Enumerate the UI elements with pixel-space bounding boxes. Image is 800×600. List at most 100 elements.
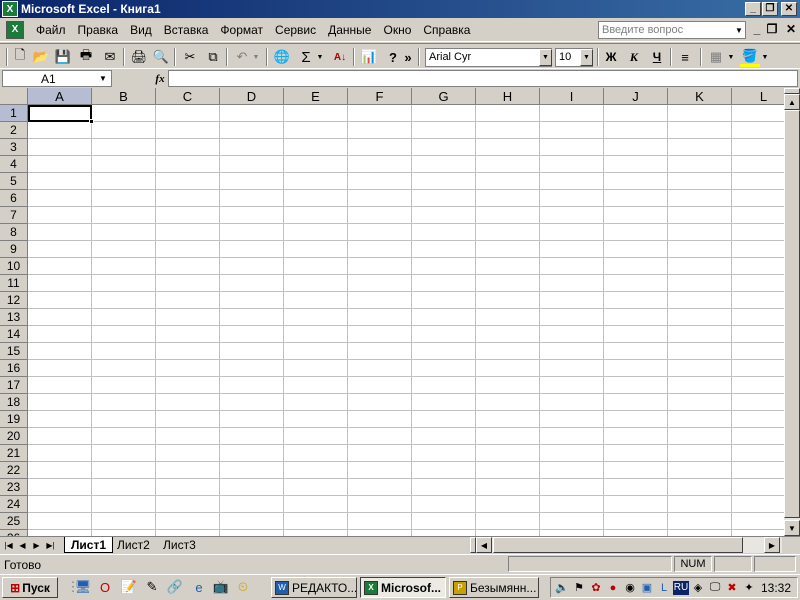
row-header-21[interactable]: 21 [0, 445, 28, 462]
font-size-dropdown-icon[interactable]: ▼ [580, 49, 593, 66]
menu-help[interactable]: Справка [417, 23, 476, 37]
row-header-18[interactable]: 18 [0, 394, 28, 411]
select-all-corner[interactable] [0, 88, 28, 105]
row-header-9[interactable]: 9 [0, 241, 28, 258]
quicklaunch-network-icon[interactable]: 🔗 [166, 578, 184, 596]
row-header-17[interactable]: 17 [0, 377, 28, 394]
taskbar-button-word[interactable]: W РЕДАКТО... [271, 577, 357, 598]
sheet-tab-1[interactable]: Лист1 [64, 537, 114, 553]
borders-icon[interactable]: ▦ [706, 47, 726, 67]
new-document-icon[interactable]: 🗋 [10, 47, 30, 67]
autosum-icon[interactable]: Σ [296, 47, 316, 67]
taskbar-button-paint[interactable]: P Безымянн... [449, 577, 539, 598]
row-header-23[interactable]: 23 [0, 479, 28, 496]
quicklaunch-clock-icon[interactable]: ⏲ [234, 578, 252, 596]
save-icon[interactable]: 💾 [53, 47, 73, 67]
vertical-scroll-thumb[interactable] [784, 110, 800, 518]
doc-restore-button[interactable]: ❐ [765, 22, 779, 36]
sheet-tab-3[interactable]: Лист3 [157, 537, 202, 553]
menu-tools[interactable]: Сервис [269, 23, 322, 37]
tray-app-icon[interactable]: ✿ [588, 580, 604, 596]
row-header-24[interactable]: 24 [0, 496, 28, 513]
toolbar-overflow-icon[interactable]: » [402, 47, 414, 67]
menu-file[interactable]: Файл [30, 23, 72, 37]
row-header-3[interactable]: 3 [0, 139, 28, 156]
tray-l-icon[interactable]: L [656, 580, 672, 596]
column-header-b[interactable]: B [92, 88, 156, 105]
language-indicator[interactable]: RU [673, 580, 689, 595]
row-header-6[interactable]: 6 [0, 190, 28, 207]
tray-window-icon[interactable]: ▣ [639, 580, 655, 596]
column-header-d[interactable]: D [220, 88, 284, 105]
scroll-right-icon[interactable]: ▶ [764, 537, 780, 553]
column-header-a[interactable]: A [28, 88, 92, 105]
cut-icon[interactable]: ✂ [180, 47, 200, 67]
quicklaunch-desktop-icon[interactable]: 🖥 [74, 578, 92, 596]
column-header-g[interactable]: G [412, 88, 476, 105]
quicklaunch-tv-icon[interactable]: 📺 [212, 578, 230, 596]
restore-button[interactable]: ❐ [762, 2, 778, 16]
row-header-15[interactable]: 15 [0, 343, 28, 360]
row-header-1[interactable]: 1 [0, 105, 28, 122]
print-preview-icon[interactable]: 🔍 [151, 47, 171, 67]
email-icon[interactable]: ✉ [100, 47, 120, 67]
print-icon[interactable]: 🖨 [129, 47, 149, 67]
column-header-j[interactable]: J [604, 88, 668, 105]
italic-button[interactable]: К [624, 47, 644, 67]
chart-wizard-icon[interactable]: 📊 [359, 47, 379, 67]
autosum-dropdown-icon[interactable]: ▼ [314, 47, 326, 67]
permission-icon[interactable]: 🖶 [76, 47, 96, 67]
active-cell-a1[interactable] [28, 105, 92, 122]
row-header-5[interactable]: 5 [0, 173, 28, 190]
row-header-13[interactable]: 13 [0, 309, 28, 326]
tray-monitor-icon[interactable]: 🖵 [707, 580, 723, 596]
sort-ascending-icon[interactable]: A↓ [330, 47, 350, 67]
insert-function-button[interactable]: fx [152, 70, 168, 87]
help-dropdown-icon[interactable]: ▼ [733, 22, 745, 38]
start-button[interactable]: ⊞ Пуск [2, 577, 58, 598]
help-icon[interactable]: ? [383, 47, 403, 67]
row-header-20[interactable]: 20 [0, 428, 28, 445]
row-header-14[interactable]: 14 [0, 326, 28, 343]
next-sheet-icon[interactable]: ▶ [30, 538, 43, 552]
excel-app-icon[interactable]: X [2, 1, 18, 17]
borders-dropdown-icon[interactable]: ▼ [725, 47, 737, 67]
cell-area[interactable] [28, 105, 784, 536]
sheet-tab-2[interactable]: Лист2 [111, 537, 156, 553]
row-header-25[interactable]: 25 [0, 513, 28, 530]
quicklaunch-notepad-icon[interactable]: 📝 [120, 578, 138, 596]
menu-data[interactable]: Данные [322, 23, 377, 37]
copy-icon[interactable]: ⧉ [203, 47, 223, 67]
toolbar-grip[interactable] [6, 48, 8, 66]
hyperlink-icon[interactable]: 🌐 [272, 47, 292, 67]
column-header-e[interactable]: E [284, 88, 348, 105]
bold-button[interactable]: Ж [601, 47, 621, 67]
row-header-2[interactable]: 2 [0, 122, 28, 139]
row-header-10[interactable]: 10 [0, 258, 28, 275]
taskbar-button-excel[interactable]: X Microsof... [360, 577, 446, 598]
undo-icon[interactable]: ↶ [232, 47, 252, 67]
tray-display-icon[interactable]: ◉ [622, 580, 638, 596]
minimize-button[interactable]: _ [745, 2, 761, 16]
font-name-field[interactable]: Arial Cyr [425, 48, 552, 67]
menu-view[interactable]: Вид [124, 23, 158, 37]
row-header-16[interactable]: 16 [0, 360, 28, 377]
column-header-k[interactable]: K [668, 88, 732, 105]
tray-connection-icon[interactable]: ◈ [690, 580, 706, 596]
underline-button[interactable]: Ч [647, 47, 667, 67]
name-box-dropdown-icon[interactable]: ▼ [96, 71, 110, 86]
column-header-f[interactable]: F [348, 88, 412, 105]
scroll-up-icon[interactable]: ▲ [784, 94, 800, 110]
doc-minimize-button[interactable]: _ [750, 22, 764, 36]
row-header-8[interactable]: 8 [0, 224, 28, 241]
scroll-down-icon[interactable]: ▼ [784, 520, 800, 536]
font-name-dropdown-icon[interactable]: ▼ [539, 49, 552, 66]
prev-sheet-icon[interactable]: ◀ [16, 538, 29, 552]
column-header-i[interactable]: I [540, 88, 604, 105]
column-header-c[interactable]: C [156, 88, 220, 105]
tray-disconnected-icon[interactable]: ✖ [724, 580, 740, 596]
horizontal-scroll-thumb[interactable] [493, 537, 743, 553]
menu-format[interactable]: Формат [214, 23, 269, 37]
row-header-7[interactable]: 7 [0, 207, 28, 224]
fill-handle[interactable] [89, 119, 94, 124]
